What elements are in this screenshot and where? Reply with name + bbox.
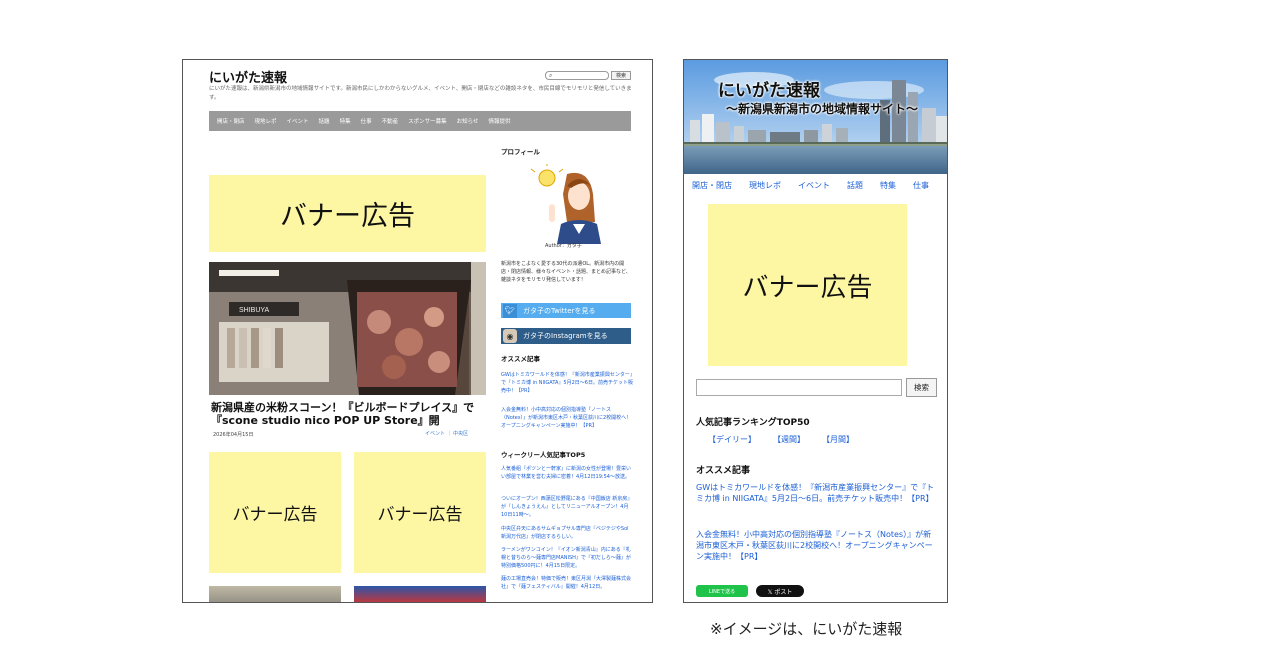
recommended-link[interactable]: 入会金無料！小中高対応の個別指導塾『ノートス（Notes）』が新潟市東区木戸・秋…: [501, 406, 633, 430]
mobile-screenshot: にいがた速報 〜新潟県新潟市の地域情報サイト〜 開店・閉店 現地レポ イベント …: [683, 59, 948, 603]
nav-item[interactable]: 現地レポ: [255, 117, 277, 125]
twitter-button[interactable]: 🐦︎ ガタ子のTwitterを見る: [501, 303, 631, 318]
x-post-button[interactable]: 𝕏 ポスト: [756, 585, 804, 597]
desktop-screenshot: にいがた速報 にいがた速報は、新潟県新潟市の地域情報サイトです。新潟市民にしかわ…: [182, 59, 653, 603]
profile-text: 新潟市をこよなく愛する30代の派遣OL。新潟市内の開店・閉店情報、様々なイベント…: [501, 261, 631, 283]
weekly-link[interactable]: 麺の工場直売会！特価で販売！東区月潟『大澤製麺株式会社』で『麺フェスティバル』開…: [501, 575, 633, 591]
author-avatar: [527, 162, 605, 244]
profile-heading: プロフィール: [501, 148, 540, 156]
nav-item[interactable]: 開店・閉店: [217, 117, 245, 125]
weekly-link[interactable]: 中央区弁天にあるサムギョプサル専門店『ベジテジやSol 新潟万代店』が閉店するら…: [501, 525, 633, 541]
recommended-link[interactable]: 入会金無料！小中高対応の個別指導塾『ノートス（Notes）』が新潟市東区木戸・秋…: [696, 529, 938, 562]
ranking-heading: 人気記事ランキングTOP50: [696, 418, 810, 428]
line-share-button[interactable]: LINEで送る: [696, 585, 748, 597]
search-input[interactable]: [696, 379, 902, 396]
nav-item[interactable]: お知らせ: [457, 117, 479, 125]
weekly-heading: ウィークリー人気記事TOP5: [501, 451, 586, 459]
nav-item[interactable]: 仕事: [913, 180, 929, 191]
nav-item[interactable]: イベント: [287, 117, 309, 125]
article-thumbnail[interactable]: [354, 586, 486, 602]
search-button[interactable]: 検索: [611, 71, 631, 80]
article-date: 2026年04月15日: [213, 432, 254, 438]
nav-item[interactable]: 仕事: [361, 117, 372, 125]
banner-ad[interactable]: バナー広告: [209, 175, 486, 252]
banner-ad[interactable]: バナー広告: [354, 452, 486, 573]
nav-item[interactable]: イベント: [798, 180, 830, 191]
banner-ad[interactable]: バナー広告: [209, 452, 341, 573]
article-title[interactable]: 新潟県産の米粉スコーン！『ビルボードプレイス』で『scone studio ni…: [211, 401, 486, 427]
article-thumbnail[interactable]: [209, 586, 341, 602]
article-photo[interactable]: SHIBUYA: [209, 262, 486, 395]
search-icon: ⌕: [549, 72, 553, 79]
recommended-link[interactable]: GWはトミカワールドを体感！『新潟市産業振興センター』で『トミカ博 in NII…: [696, 482, 938, 504]
article-category[interactable]: イベント ｜ 中央区: [425, 430, 468, 437]
ranking-link-monthly[interactable]: 【月間】: [822, 434, 854, 445]
main-nav: 開店・閉店 現地レポ イベント 話題 特集 仕事 不動産 スポンサー募集 お知ら…: [209, 111, 631, 131]
twitter-button-label: ガタ子のTwitterを見る: [523, 306, 596, 315]
weekly-link[interactable]: ラーメンがワンコイン！『イオン新潟青山』内にある『札幌と昔ちのら〜麺専門店MAN…: [501, 546, 633, 570]
ranking-link-weekly[interactable]: 【週間】: [773, 434, 805, 445]
svg-text:SHIBUYA: SHIBUYA: [239, 307, 270, 314]
instagram-button-label: ガタ子のInstagramを見る: [523, 332, 608, 340]
instagram-button[interactable]: ◉ ガタ子のInstagramを見る: [501, 328, 631, 344]
search-button[interactable]: 検索: [906, 378, 937, 397]
mobile-nav: 開店・閉店 現地レポ イベント 話題 特集 仕事: [692, 180, 946, 191]
recommended-link[interactable]: GWはトミカワールドを体感！『新潟市産業振興センター』で『トミカ博 in NII…: [501, 371, 633, 395]
author-label: Author：ガタ子: [545, 243, 582, 249]
weekly-link[interactable]: ついにオープン！西蒲区松野尾にある『中国飯店 新京房』が『しんきょうえん』として…: [501, 495, 633, 519]
nav-item[interactable]: 不動産: [382, 117, 399, 125]
nav-item[interactable]: 情報提供: [489, 117, 511, 125]
hero-subtitle: 〜新潟県新潟市の地域情報サイト〜: [726, 102, 919, 116]
recommended-heading: オススメ記事: [501, 355, 540, 363]
nav-item[interactable]: スポンサー募集: [408, 117, 447, 125]
banner-ad[interactable]: バナー広告: [708, 204, 907, 366]
twitter-bird-icon: 🐦︎: [503, 303, 517, 318]
search-form: ⌕ 検索: [545, 71, 633, 80]
ranking-link-daily[interactable]: 【デイリー】: [708, 434, 756, 445]
nav-item[interactable]: 話題: [319, 117, 330, 125]
hero-title: にいがた速報: [718, 81, 820, 101]
nav-item[interactable]: 現地レポ: [749, 180, 781, 191]
recommended-heading: オススメ記事: [696, 466, 751, 476]
weekly-link[interactable]: 人気番組『ポツンと一軒家』に新潟の女性が登場！豊栄いい部屋で林業を営む夫婦に密着…: [501, 465, 633, 481]
search-input[interactable]: ⌕: [545, 71, 609, 80]
image-caption: ※イメージは、にいがた速報: [710, 620, 903, 638]
nav-item[interactable]: 特集: [880, 180, 896, 191]
nav-item[interactable]: 開店・閉店: [692, 180, 732, 191]
instagram-icon: ◉: [503, 329, 517, 343]
site-tagline: にいがた速報は、新潟県新潟市の地域情報サイトです。新潟市民にしかわからないグルメ…: [209, 86, 632, 101]
site-title[interactable]: にいがた速報: [209, 67, 287, 86]
nav-item[interactable]: 話題: [847, 180, 863, 191]
ranking-links: 【デイリー】 【週間】 【月間】: [708, 434, 871, 445]
nav-item[interactable]: 特集: [340, 117, 351, 125]
